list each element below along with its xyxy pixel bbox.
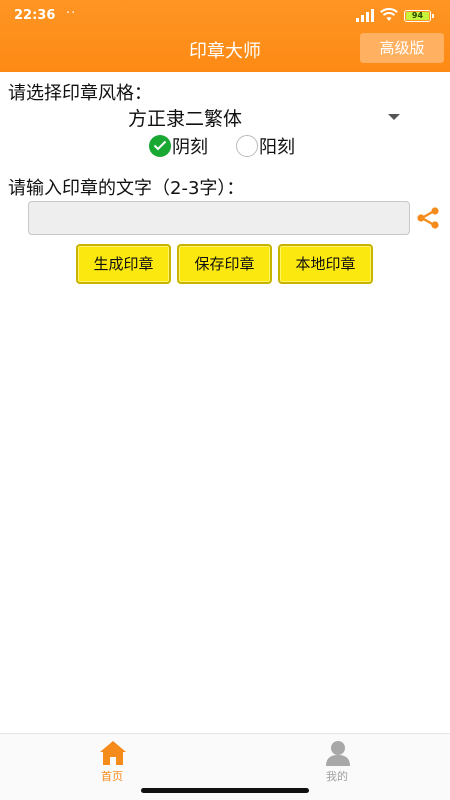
radio-yang-engrave[interactable]: 阳刻: [236, 133, 306, 158]
home-indicator: [141, 788, 309, 793]
local-seal-button[interactable]: 本地印章: [278, 244, 373, 284]
font-style-value: 方正隶二繁体: [128, 108, 243, 130]
tab-mine-label: 我的: [326, 770, 348, 783]
user-icon: [326, 741, 350, 766]
style-label: 请选择印章风格：: [8, 83, 152, 104]
tab-mine[interactable]: 我的: [277, 734, 397, 788]
radio-yang-label: 阳刻: [259, 137, 295, 158]
share-icon[interactable]: [416, 206, 440, 230]
wifi-icon: [380, 8, 398, 21]
status-bar: 22:36 ·· 94: [0, 0, 450, 30]
font-style-select[interactable]: 方正隶二繁体: [128, 104, 408, 130]
advanced-version-button[interactable]: 高级版: [360, 33, 444, 63]
notification-dots: ··: [66, 6, 77, 21]
dropdown-arrow-icon: [388, 114, 400, 120]
radio-unchecked-icon: [236, 135, 258, 157]
battery-level: 94: [406, 12, 429, 20]
text-input-label: 请输入印章的文字（2-3字）：: [8, 178, 245, 199]
seal-text-input[interactable]: [28, 201, 410, 235]
status-time: 22:36: [14, 8, 56, 23]
generate-seal-button[interactable]: 生成印章: [76, 244, 171, 284]
signal-icon: [356, 9, 374, 22]
tab-home-label: 首页: [101, 770, 123, 783]
tab-home[interactable]: 首页: [52, 734, 172, 788]
home-icon: [100, 741, 126, 765]
radio-checked-icon: [149, 135, 171, 157]
radio-yin-engrave[interactable]: 阴刻: [149, 133, 219, 158]
top-bar: 22:36 ·· 94 印章大师 高级版: [0, 0, 450, 72]
battery-icon: 94: [404, 10, 434, 22]
save-seal-button[interactable]: 保存印章: [177, 244, 272, 284]
radio-yin-label: 阴刻: [172, 137, 208, 158]
